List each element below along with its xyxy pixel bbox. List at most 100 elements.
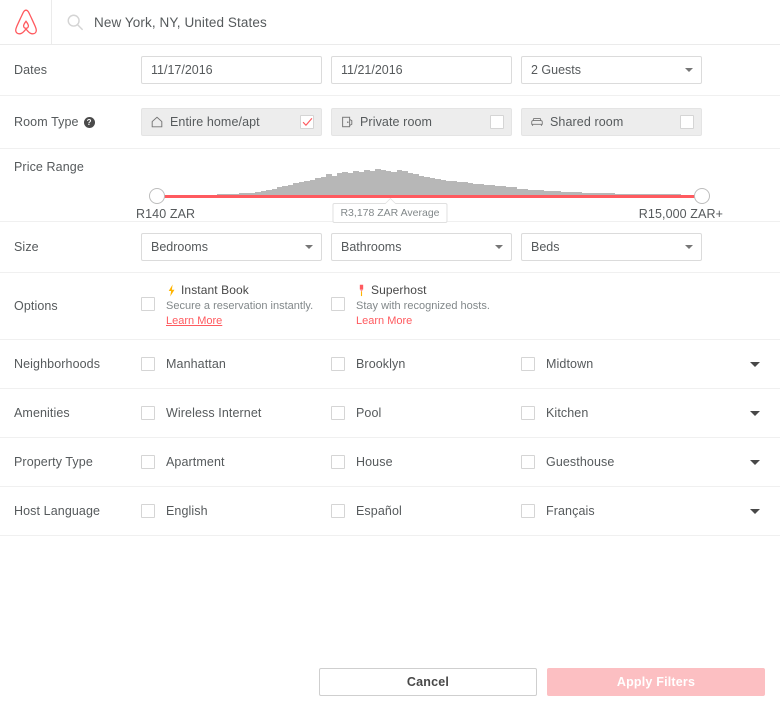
amenities-items: Wireless Internet Pool Kitchen [141, 406, 766, 420]
property-type-checkbox-2[interactable] [521, 455, 535, 469]
cancel-button[interactable]: Cancel [319, 668, 537, 696]
row-property-type: Property Type Apartment House Guesthouse [0, 438, 780, 487]
property-type-label-1: House [356, 455, 393, 469]
options-label: Options [14, 299, 58, 313]
checkbox-item[interactable]: English [141, 504, 331, 518]
room-type-entire-home-label: Entire home/apt [170, 115, 260, 129]
beds-select[interactable]: Beds [521, 233, 702, 261]
superhost-title: Superhost [371, 283, 427, 298]
host-language-label: Host Language [14, 504, 101, 518]
amenities-expand-icon[interactable] [750, 411, 760, 416]
apply-filters-button[interactable]: Apply Filters [547, 668, 765, 696]
lightning-bolt-icon [168, 284, 175, 297]
room-type-shared-room-checkbox[interactable] [680, 115, 694, 129]
neighborhoods-checkbox-1[interactable] [331, 357, 345, 371]
neighborhoods-expand-icon[interactable] [750, 362, 760, 367]
price-max-label: R15,000 ZAR+ [638, 207, 723, 221]
property-type-expand-icon[interactable] [750, 460, 760, 465]
medal-icon [359, 284, 364, 296]
host-language-label-2: Français [546, 504, 595, 518]
row-room-type: Room Type ? Entire home/apt Private room… [0, 96, 780, 149]
price-average-tooltip: R3,178 ZAR Average [332, 198, 448, 223]
room-type-private-room-checkbox[interactable] [490, 115, 504, 129]
superhost-title-row: Superhost [356, 283, 521, 297]
instant-book-checkbox[interactable] [141, 297, 155, 312]
host-language-label-0: English [166, 504, 208, 518]
room-type-entire-home-checkbox[interactable] [300, 115, 314, 129]
chevron-down-icon [495, 245, 503, 249]
room-type-options: Entire home/apt Private room Shared room [141, 108, 766, 136]
superhost-checkbox[interactable] [331, 297, 345, 312]
row-amenities: Amenities Wireless Internet Pool Kitchen [0, 389, 780, 438]
checkbox-item[interactable]: Français [521, 504, 711, 518]
dates-label: Dates [14, 63, 48, 77]
superhost-text: Superhost Stay with recognized hosts. Le… [356, 283, 521, 328]
guests-select[interactable]: 2 Guests [521, 56, 702, 84]
checkbox-item[interactable]: Español [331, 504, 521, 518]
room-type-entire-home[interactable]: Entire home/apt [141, 108, 322, 136]
superhost-description: Stay with recognized hosts. Learn More [356, 299, 521, 328]
row-dates: Dates 11/17/2016 11/21/2016 2 Guests [0, 45, 780, 96]
row-host-language: Host Language English Español Français [0, 487, 780, 536]
checkin-date-input[interactable]: 11/17/2016 [141, 56, 322, 84]
amenities-checkbox-0[interactable] [141, 406, 155, 420]
host-language-label-1: Español [356, 504, 402, 518]
chevron-down-icon [685, 68, 693, 72]
host-language-expand-icon[interactable] [750, 509, 760, 514]
amenities-checkbox-2[interactable] [521, 406, 535, 420]
search-input-value: New York, NY, United States [94, 14, 267, 30]
superhost-desc-text: Stay with recognized hosts. [356, 300, 490, 313]
instant-book-title: Instant Book [181, 283, 249, 298]
row-price-range: Price Range R140 ZAR R15,000 ZAR+ R3,178… [0, 149, 780, 223]
instant-book-title-row: Instant Book [166, 283, 331, 297]
superhost-learn-more-link[interactable]: Learn More [356, 315, 412, 327]
property-type-checkbox-0[interactable] [141, 455, 155, 469]
checkbox-item[interactable]: Wireless Internet [141, 406, 331, 420]
room-type-private-room-label: Private room [360, 115, 433, 129]
bathrooms-select[interactable]: Bathrooms [331, 233, 512, 261]
airbnb-logo[interactable] [0, 0, 52, 45]
neighborhoods-label-0: Manhattan [166, 357, 226, 371]
search-field[interactable]: New York, NY, United States [52, 0, 780, 45]
question-mark-icon[interactable]: ? [83, 116, 95, 128]
checkbox-item[interactable]: Midtown [521, 357, 711, 371]
chevron-down-icon [685, 245, 693, 249]
bedrooms-select[interactable]: Bedrooms [141, 233, 322, 261]
checkbox-item[interactable]: Apartment [141, 455, 331, 469]
neighborhoods-checkbox-2[interactable] [521, 357, 535, 371]
bedrooms-value: Bedrooms [151, 240, 208, 254]
price-min-label: R140 ZAR [136, 207, 196, 221]
room-type-shared-room[interactable]: Shared room [521, 108, 702, 136]
neighborhoods-checkbox-0[interactable] [141, 357, 155, 371]
option-superhost[interactable]: Superhost Stay with recognized hosts. Le… [331, 283, 521, 328]
option-instant-book[interactable]: Instant Book Secure a reservation instan… [141, 283, 331, 328]
price-histogram [157, 169, 702, 195]
dates-fields: 11/17/2016 11/21/2016 2 Guests [141, 56, 766, 84]
amenities-checkbox-1[interactable] [331, 406, 345, 420]
slider-handle-min[interactable] [149, 188, 165, 204]
price-range-slider[interactable]: R140 ZAR R15,000 ZAR+ R3,178 ZAR Average [14, 169, 766, 223]
checkbox-item[interactable]: Brooklyn [331, 357, 521, 371]
bathrooms-value: Bathrooms [341, 240, 402, 254]
slider-handle-max[interactable] [694, 188, 710, 204]
property-type-items: Apartment House Guesthouse [141, 455, 766, 469]
sofa-icon [531, 118, 543, 127]
checkbox-item[interactable]: Guesthouse [521, 455, 711, 469]
options-items: Instant Book Secure a reservation instan… [141, 283, 766, 328]
property-type-label: Property Type [14, 455, 93, 469]
amenities-label-0: Wireless Internet [166, 406, 262, 420]
host-language-checkbox-1[interactable] [331, 504, 345, 518]
host-language-checkbox-2[interactable] [521, 504, 535, 518]
host-language-checkbox-0[interactable] [141, 504, 155, 518]
size-fields: Bedrooms Bathrooms Beds [141, 233, 766, 261]
instant-book-learn-more-link[interactable]: Learn More [166, 315, 222, 327]
property-type-checkbox-1[interactable] [331, 455, 345, 469]
slider-track[interactable] [157, 195, 702, 198]
checkbox-item[interactable]: House [331, 455, 521, 469]
checkout-date-input[interactable]: 11/21/2016 [331, 56, 512, 84]
checkbox-item[interactable]: Kitchen [521, 406, 711, 420]
room-type-private-room[interactable]: Private room [331, 108, 512, 136]
checkbox-item[interactable]: Pool [331, 406, 521, 420]
checkbox-item[interactable]: Manhattan [141, 357, 331, 371]
row-size: Size Bedrooms Bathrooms Beds [0, 222, 780, 273]
